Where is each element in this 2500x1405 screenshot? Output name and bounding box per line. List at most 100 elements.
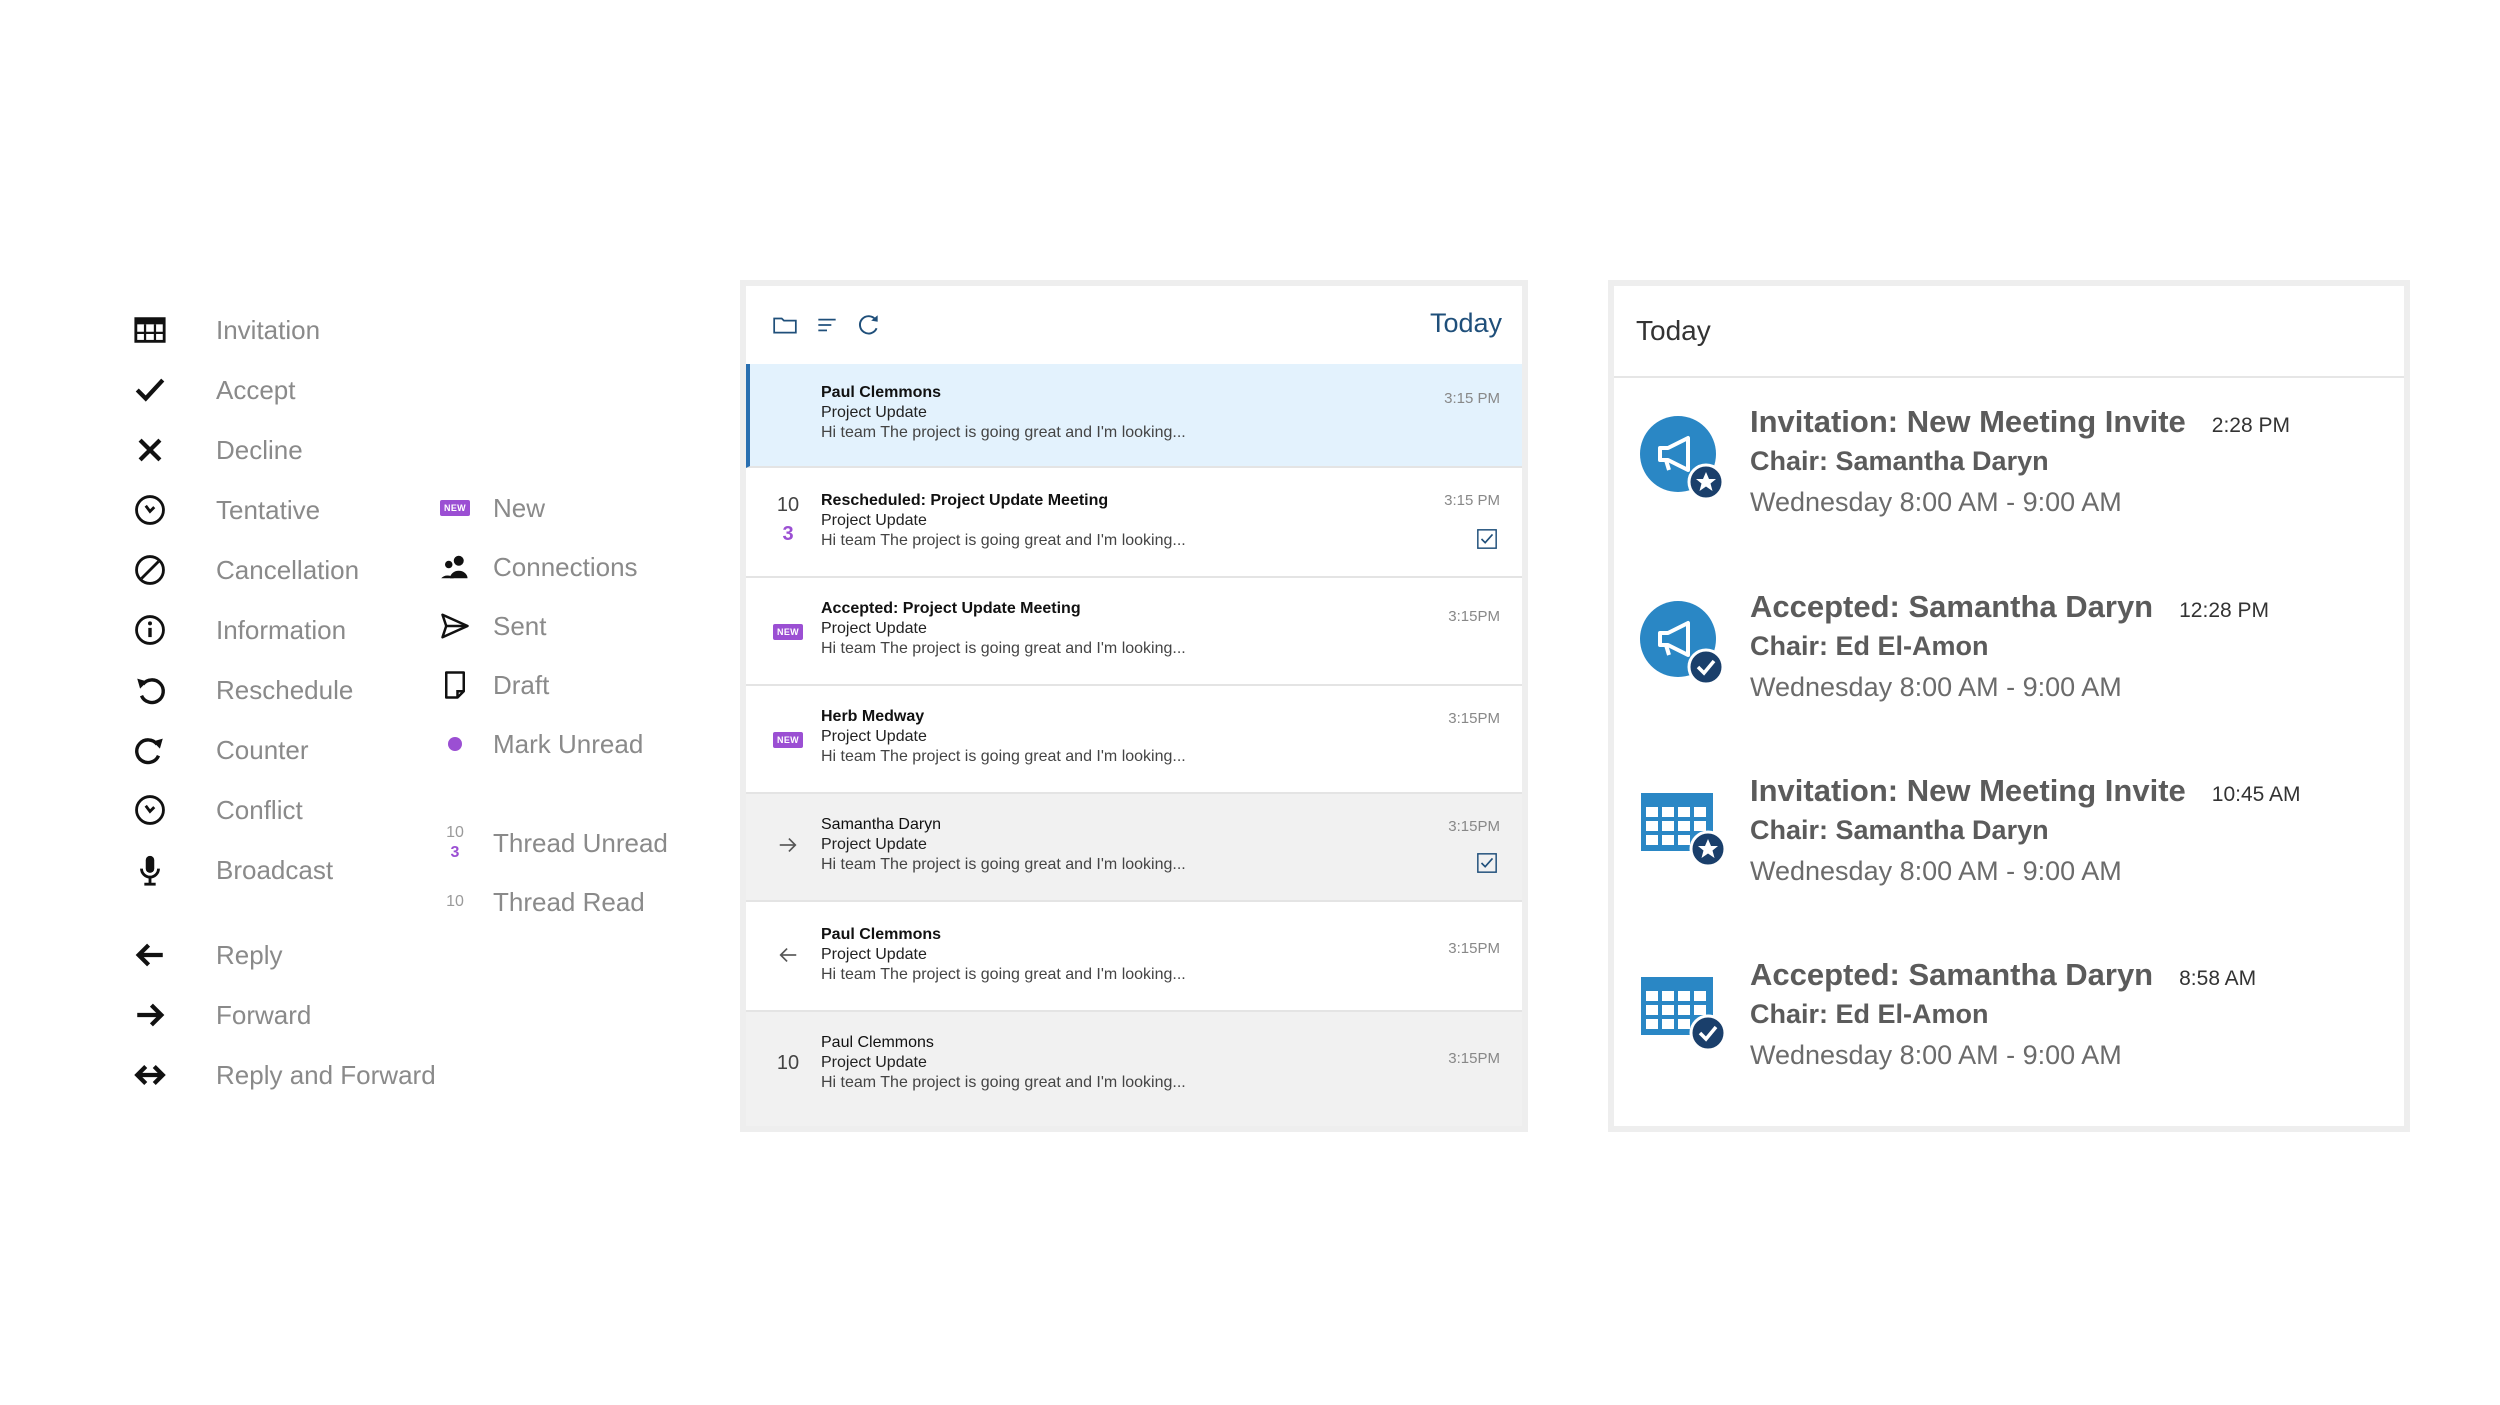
- event-chair: Chair: Ed El-Amon: [1750, 631, 1989, 661]
- event-when: Wednesday 8:00 AM - 9:00 AM: [1750, 672, 2122, 702]
- legend-label: Thread Read: [493, 886, 645, 917]
- toolbar-title: Today: [1429, 308, 1502, 338]
- mail-time: 3:15 PM: [1444, 492, 1500, 509]
- calendar-item[interactable]: Accepted: Samantha Daryn 8:58 AM Chair: E…: [1638, 957, 2378, 1097]
- arrow-right-icon: [130, 995, 170, 1035]
- event-when: Wednesday 8:00 AM - 9:00 AM: [1750, 856, 2122, 886]
- event-title: Accepted: Samantha Daryn: [1750, 957, 2154, 992]
- calendar-grid-icon: [130, 310, 170, 350]
- mail-preview: Hi team The project is going great and I…: [821, 856, 1186, 873]
- event-title: Accepted: Samantha Daryn: [1750, 589, 2154, 624]
- thread-count-icon: 10: [446, 893, 464, 910]
- checkmark-icon: [130, 370, 170, 410]
- event-chair: Chair: Samantha Daryn: [1750, 815, 2049, 845]
- calendar-list: Today Invitation: New Meeting Invite 2:28…: [1614, 286, 2404, 1126]
- mail-subject: Project Update: [821, 1054, 927, 1071]
- legend-label: Cancellation: [216, 554, 360, 585]
- legend-invitation: Invitation: [130, 300, 320, 360]
- event-when: Wednesday 8:00 AM - 9:00 AM: [1750, 487, 2122, 517]
- event-when: Wednesday 8:00 AM - 9:00 AM: [1750, 1040, 2122, 1070]
- info-icon: [130, 610, 170, 650]
- mail-time: 3:15PM: [1448, 1050, 1500, 1067]
- clock-icon: [130, 790, 170, 830]
- calendar-item[interactable]: Accepted: Samantha Daryn 12:28 PM Chair: …: [1638, 589, 2378, 729]
- mail-from: Accepted: Project Update Meeting: [821, 600, 1081, 617]
- legend-information: Information: [130, 600, 346, 660]
- broadcast-star-icon: [1640, 416, 1725, 501]
- legend-broadcast: Broadcast: [130, 840, 333, 900]
- mail-row[interactable]: Paul Clemmons Project Update Hi team The…: [746, 364, 1522, 468]
- mail-from: Paul Clemmons: [821, 1034, 934, 1051]
- mail-row[interactable]: NEW Herb Medway Project Update Hi team T…: [746, 686, 1522, 794]
- mail-preview: Hi team The project is going great and I…: [821, 424, 1186, 441]
- calendar-item[interactable]: Invitation: New Meeting Invite 2:28 PM Ch…: [1638, 404, 2378, 544]
- new-badge-icon: NEW: [435, 488, 475, 528]
- filter-icon[interactable]: [814, 312, 840, 338]
- mail-preview: Hi team The project is going great and I…: [821, 1074, 1186, 1091]
- rotate-ccw-icon: [130, 670, 170, 710]
- legend-label: Sent: [493, 610, 547, 641]
- mail-time: 3:15PM: [1448, 710, 1500, 727]
- thread-count: 10: [776, 1052, 800, 1074]
- thread-count-icon: 10 3: [446, 824, 464, 861]
- event-chair: Chair: Samantha Daryn: [1750, 446, 2049, 476]
- mail-preview: Hi team The project is going great and I…: [821, 640, 1186, 657]
- mail-from: Rescheduled: Project Update Meeting: [821, 492, 1109, 509]
- legend-new: NEW New: [435, 478, 545, 538]
- draft-page-icon: [435, 665, 475, 705]
- legend-label: Invitation: [216, 314, 321, 345]
- calendar-star-icon: [1641, 793, 1727, 868]
- event-time: 2:28 PM: [2211, 414, 2290, 437]
- legend-draft: Draft: [435, 655, 549, 715]
- mail-subject: Project Update: [821, 836, 927, 853]
- legend-forward: Forward: [130, 985, 311, 1045]
- mail-time: 3:15PM: [1448, 940, 1500, 957]
- mail-from: Paul Clemmons: [821, 384, 942, 401]
- mail-subject: Project Update: [821, 620, 927, 637]
- legend-reschedule: Reschedule: [130, 660, 353, 720]
- calendar-panel: Today Invitation: New Meeting Invite 2:28…: [1608, 280, 2410, 1132]
- legend-label: Tentative: [216, 494, 321, 525]
- event-title: Invitation: New Meeting Invite: [1750, 404, 2186, 439]
- legend-label: Decline: [216, 434, 303, 465]
- legend-label: New: [493, 492, 546, 523]
- calendar-item[interactable]: Invitation: New Meeting Invite 10:45 AM C…: [1638, 773, 2378, 913]
- microphone-icon: [130, 850, 170, 890]
- mail-list-panel: Today Paul Clemmons Project Update Hi te…: [740, 280, 1528, 1132]
- calendar-check-icon[interactable]: [1476, 852, 1498, 874]
- legend-reply: Reply: [130, 925, 282, 985]
- arrow-left-icon: [758, 944, 818, 966]
- folder-icon[interactable]: [772, 312, 798, 338]
- mail-row[interactable]: NEW Accepted: Project Update Meeting Pro…: [746, 578, 1522, 686]
- calendar-check-icon[interactable]: [1476, 528, 1498, 550]
- mail-row[interactable]: 10 Paul Clemmons Project Update Hi team …: [746, 1012, 1522, 1126]
- legend-label: Draft: [493, 669, 550, 700]
- mail-row[interactable]: 10 3 Rescheduled: Project Update Meeting…: [746, 468, 1522, 578]
- mail-time: 3:15PM: [1448, 818, 1500, 835]
- mail-preview: Hi team The project is going great and I…: [821, 966, 1186, 983]
- mail-subject: Project Update: [821, 512, 927, 529]
- calendar-title: Today: [1614, 286, 2404, 378]
- legend-tentative: Tentative: [130, 480, 320, 540]
- mail-time: 3:15 PM: [1444, 390, 1500, 407]
- mail-row[interactable]: Paul Clemmons Project Update Hi team The…: [746, 902, 1522, 1012]
- legend-counter: Counter: [130, 720, 309, 780]
- mail-from: Herb Medway: [821, 708, 925, 725]
- legend-label: Accept: [216, 374, 296, 405]
- refresh-icon[interactable]: [856, 312, 882, 338]
- legend-thread-read: 10 Thread Read: [435, 872, 645, 932]
- legend-connections: Connections: [435, 537, 638, 597]
- broadcast-check-icon: [1640, 601, 1725, 686]
- mail-subject: Project Update: [821, 404, 927, 421]
- clock-icon: [130, 490, 170, 530]
- mail-list: Today Paul Clemmons Project Update Hi te…: [746, 286, 1522, 1126]
- legend-label: Reschedule: [216, 674, 354, 705]
- arrow-right-icon: [758, 834, 818, 856]
- people-icon: [435, 547, 475, 587]
- legend-label: Thread Unread: [493, 827, 668, 858]
- legend-cancellation: Cancellation: [130, 540, 359, 600]
- mail-row[interactable]: Samantha Daryn Project Update Hi team Th…: [746, 794, 1522, 902]
- legend-label: Information: [216, 614, 347, 645]
- mail-from: Paul Clemmons: [821, 926, 942, 943]
- event-time: 8:58 AM: [2179, 967, 2257, 990]
